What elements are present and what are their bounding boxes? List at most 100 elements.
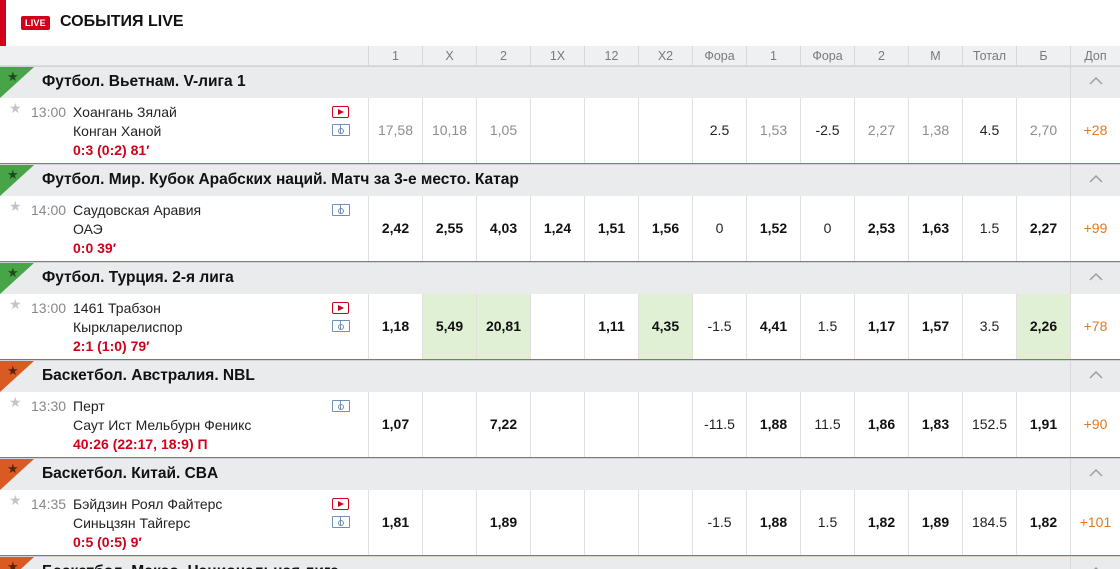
- team-home[interactable]: Саудовская Аравия: [73, 202, 201, 218]
- odds-cell-col-1[interactable]: 1,81: [368, 490, 422, 555]
- odds-cell-col-k1[interactable]: 1,88: [746, 490, 800, 555]
- collapse-button[interactable]: [1070, 557, 1120, 569]
- odds-cell-col-fora2[interactable]: 1.5: [800, 294, 854, 359]
- field-icon[interactable]: [332, 204, 350, 216]
- odds-cell-col-fora1[interactable]: 0: [692, 196, 746, 261]
- page-title: СОБЫТИЯ LIVE: [60, 13, 184, 30]
- field-icon[interactable]: [332, 400, 350, 412]
- odds-cell-col-under[interactable]: 1,83: [908, 392, 962, 457]
- favorite-star-icon[interactable]: ★: [9, 198, 22, 215]
- team-home[interactable]: Хоангань Зялай: [73, 104, 177, 120]
- video-icon[interactable]: [332, 106, 349, 118]
- favorite-league-icon[interactable]: ★: [0, 263, 34, 294]
- more-bets-link[interactable]: +90: [1070, 392, 1120, 457]
- collapse-button[interactable]: [1070, 67, 1120, 98]
- favorite-league-icon[interactable]: ★: [0, 459, 34, 490]
- odds-cell-col-over[interactable]: 2,27: [1016, 196, 1070, 261]
- team-away[interactable]: ОАЭ: [73, 221, 103, 237]
- odds-cell-col-x2[interactable]: 4,35: [638, 294, 692, 359]
- video-icon[interactable]: [332, 498, 349, 510]
- odds-cell-col-fora1[interactable]: -1.5: [692, 490, 746, 555]
- league-header[interactable]: ★ Футбол. Мир. Кубок Арабских наций. Матч…: [0, 164, 1120, 196]
- odds-cell-col-k1[interactable]: 1,52: [746, 196, 800, 261]
- team-home[interactable]: Перт: [73, 398, 105, 414]
- odds-cell-col-2[interactable]: 7,22: [476, 392, 530, 457]
- favorite-league-icon[interactable]: ★: [0, 165, 34, 196]
- more-bets-link[interactable]: +101: [1070, 490, 1120, 555]
- team-away[interactable]: Саут Ист Мельбурн Феникс: [73, 417, 251, 433]
- odds-cell-col-1[interactable]: 2,42: [368, 196, 422, 261]
- odds-cell-col-k1[interactable]: 4,41: [746, 294, 800, 359]
- odds-cell-col-2[interactable]: 4,03: [476, 196, 530, 261]
- odds-cell-col-fora2[interactable]: -2.5: [800, 98, 854, 163]
- more-bets-link[interactable]: +78: [1070, 294, 1120, 359]
- video-icon[interactable]: [332, 302, 349, 314]
- odds-cell-col-fora1[interactable]: 2.5: [692, 98, 746, 163]
- odds-cell-col-k1[interactable]: 1,88: [746, 392, 800, 457]
- odds-cell-col-x[interactable]: 2,55: [422, 196, 476, 261]
- odds-cell-col-1[interactable]: 1,18: [368, 294, 422, 359]
- team-away[interactable]: Кыркларелиспор: [73, 319, 183, 335]
- odds-cell-col-fora2[interactable]: 1.5: [800, 490, 854, 555]
- favorite-star-icon[interactable]: ★: [9, 492, 22, 509]
- odds-cell-col-under[interactable]: 1,38: [908, 98, 962, 163]
- favorite-star-icon[interactable]: ★: [9, 100, 22, 117]
- odds-cell-col-total[interactable]: 152.5: [962, 392, 1016, 457]
- collapse-button[interactable]: [1070, 361, 1120, 392]
- team-away[interactable]: Синьцзян Тайгерс: [73, 515, 190, 531]
- team-home[interactable]: 1461 Трабзон: [73, 300, 161, 316]
- odds-cell-col-total[interactable]: 3.5: [962, 294, 1016, 359]
- field-icon[interactable]: [332, 124, 350, 136]
- league-header[interactable]: ★ Баскетбол. Австралия. NBL: [0, 360, 1120, 392]
- team-home[interactable]: Бэйдзин Роял Файтерс: [73, 496, 222, 512]
- odds-cell-col-k2[interactable]: 2,27: [854, 98, 908, 163]
- odds-cell-col-1[interactable]: 1,07: [368, 392, 422, 457]
- odds-cell-col-x[interactable]: 5,49: [422, 294, 476, 359]
- more-bets-link[interactable]: +99: [1070, 196, 1120, 261]
- odds-cell-col-2[interactable]: 20,81: [476, 294, 530, 359]
- odds-cell-col-2[interactable]: 1,89: [476, 490, 530, 555]
- more-bets-link[interactable]: +28: [1070, 98, 1120, 163]
- odds-cell-col-12[interactable]: 1,51: [584, 196, 638, 261]
- odds-cell-col-x[interactable]: 10,18: [422, 98, 476, 163]
- collapse-button[interactable]: [1070, 263, 1120, 294]
- league-header[interactable]: ★ Баскетбол. Китай. CBA: [0, 458, 1120, 490]
- field-icon[interactable]: [332, 516, 350, 528]
- odds-cell-col-fora1[interactable]: -1.5: [692, 294, 746, 359]
- odds-cell-col-fora1[interactable]: -11.5: [692, 392, 746, 457]
- collapse-button[interactable]: [1070, 165, 1120, 196]
- odds-cell-col-2[interactable]: 1,05: [476, 98, 530, 163]
- odds-cell-col-1x[interactable]: 1,24: [530, 196, 584, 261]
- league-header[interactable]: ★ Баскетбол. Макао. Национальная лига: [0, 556, 1120, 569]
- odds-cell-col-total[interactable]: 184.5: [962, 490, 1016, 555]
- league-header[interactable]: ★ Футбол. Вьетнам. V-лига 1: [0, 66, 1120, 98]
- team-away[interactable]: Конган Ханой: [73, 123, 161, 139]
- odds-cell-col-fora2[interactable]: 11.5: [800, 392, 854, 457]
- odds-cell-col-over[interactable]: 1,91: [1016, 392, 1070, 457]
- odds-cell-col-over[interactable]: 2,70: [1016, 98, 1070, 163]
- odds-cell-col-over[interactable]: 2,26: [1016, 294, 1070, 359]
- favorite-league-icon[interactable]: ★: [0, 361, 34, 392]
- odds-cell-col-under[interactable]: 1,63: [908, 196, 962, 261]
- odds-cell-col-total[interactable]: 1.5: [962, 196, 1016, 261]
- favorite-league-icon[interactable]: ★: [0, 557, 34, 569]
- field-icon[interactable]: [332, 320, 350, 332]
- favorite-star-icon[interactable]: ★: [9, 394, 22, 411]
- odds-cell-col-under[interactable]: 1,89: [908, 490, 962, 555]
- collapse-button[interactable]: [1070, 459, 1120, 490]
- odds-cell-col-k1[interactable]: 1,53: [746, 98, 800, 163]
- odds-cell-col-1[interactable]: 17,58: [368, 98, 422, 163]
- odds-cell-col-total[interactable]: 4.5: [962, 98, 1016, 163]
- odds-cell-col-fora2[interactable]: 0: [800, 196, 854, 261]
- odds-cell-col-over[interactable]: 1,82: [1016, 490, 1070, 555]
- odds-cell-col-x2[interactable]: 1,56: [638, 196, 692, 261]
- odds-cell-col-12[interactable]: 1,11: [584, 294, 638, 359]
- odds-cell-col-k2[interactable]: 1,17: [854, 294, 908, 359]
- odds-cell-col-k2[interactable]: 1,82: [854, 490, 908, 555]
- odds-cell-col-k2[interactable]: 2,53: [854, 196, 908, 261]
- favorite-star-icon[interactable]: ★: [9, 296, 22, 313]
- odds-cell-col-under[interactable]: 1,57: [908, 294, 962, 359]
- league-header[interactable]: ★ Футбол. Турция. 2-я лига: [0, 262, 1120, 294]
- favorite-league-icon[interactable]: ★: [0, 67, 34, 98]
- odds-cell-col-k2[interactable]: 1,86: [854, 392, 908, 457]
